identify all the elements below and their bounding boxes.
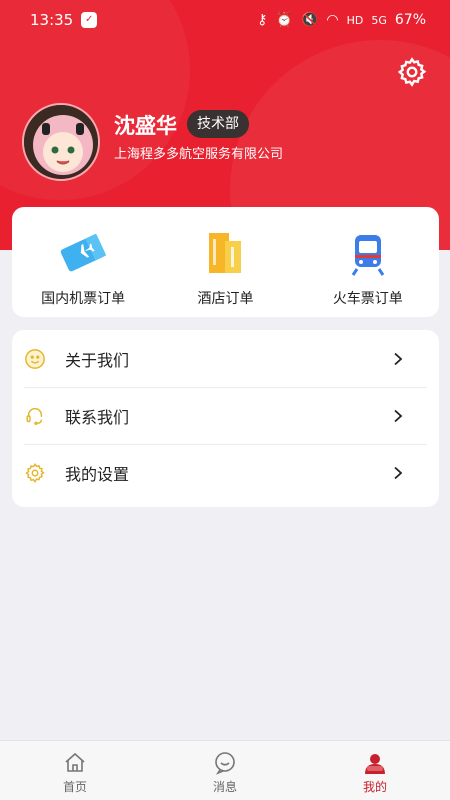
department-badge: 技术部 <box>187 110 249 138</box>
menu-item-settings[interactable]: 我的设置 <box>24 444 427 501</box>
tab-label: 首页 <box>62 780 87 794</box>
bottom-tab-bar: 首页 消息 我的 <box>0 740 450 800</box>
wifi-icon: ◠ <box>326 12 339 28</box>
headset-icon <box>26 407 43 425</box>
tab-messages[interactable]: 消息 <box>150 741 300 800</box>
user-name: 沈盛华 <box>114 114 177 138</box>
settings-gear-icon[interactable] <box>396 56 428 88</box>
message-icon <box>215 752 235 775</box>
settings-gear-icon <box>25 462 45 484</box>
menu-item-label: 关于我们 <box>65 350 130 370</box>
chevron-right-icon <box>394 466 403 480</box>
order-flight[interactable]: 国内机票订单 <box>12 207 154 317</box>
home-icon <box>65 752 85 772</box>
company-name: 上海程多多航空服务有限公司 <box>114 147 284 162</box>
train-icon <box>351 235 385 276</box>
battery-level: 67% <box>394 12 426 28</box>
user-icon <box>365 754 385 774</box>
order-flight-label: 国内机票订单 <box>41 291 126 307</box>
app-notification-icon: ✓ <box>81 12 98 28</box>
alarm-icon: ⏰ <box>275 12 293 28</box>
tab-mine[interactable]: 我的 <box>300 741 450 800</box>
tab-label: 消息 <box>212 780 237 794</box>
menu-item-about[interactable]: 关于我们 <box>24 330 427 387</box>
key-icon: ⚷ <box>257 12 268 28</box>
order-train-label: 火车票订单 <box>332 291 403 307</box>
mute-icon: 🔇 <box>300 12 319 28</box>
order-shortcuts: 国内机票订单 酒店订单 火车票订单 <box>12 207 439 317</box>
chevron-right-icon <box>394 409 403 423</box>
status-bar: 13:35 ✓ ⚷ ⏰ 🔇 ◠ HD 5G 67% <box>0 0 450 40</box>
tab-label: 我的 <box>362 780 387 794</box>
avatar[interactable] <box>22 103 100 181</box>
airplane-ticket-icon <box>60 233 107 272</box>
hotel-building-icon <box>209 233 242 273</box>
status-time: 13:35 <box>30 11 74 29</box>
signal-icon: 5G <box>371 13 387 27</box>
order-hotel[interactable]: 酒店订单 <box>154 207 296 317</box>
smile-icon <box>25 348 45 369</box>
menu-item-label: 联系我们 <box>65 408 130 427</box>
chevron-right-icon <box>394 352 403 365</box>
menu-item-contact[interactable]: 联系我们 <box>24 387 427 444</box>
tab-home[interactable]: 首页 <box>0 741 150 800</box>
menu-item-label: 我的设置 <box>65 465 130 484</box>
network-type: HD <box>346 13 364 27</box>
menu-list: 关于我们 联系我们 我的设置 <box>12 330 439 507</box>
order-train[interactable]: 火车票订单 <box>297 207 439 317</box>
order-hotel-label: 酒店订单 <box>197 291 254 307</box>
